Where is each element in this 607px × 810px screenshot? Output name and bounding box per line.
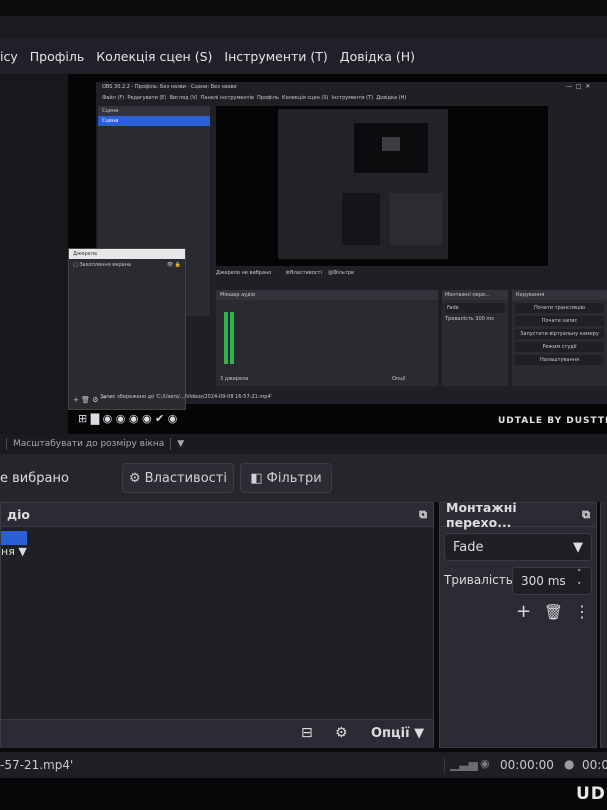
menu-item-ісу[interactable]: ісу	[0, 49, 18, 64]
chevron-down-icon[interactable]: ▼	[177, 439, 184, 449]
preview-canvas[interactable]: OBS 30.2.2 - Профіль: Без назви - Сцени:…	[68, 74, 607, 434]
nested-transitions-title: Монтажні пере...	[442, 290, 508, 300]
more-options-icon[interactable]: ⋮	[574, 602, 590, 621]
nested-mixer-options[interactable]: Опції	[392, 376, 405, 382]
undock-icon[interactable]: ⧉	[582, 508, 590, 522]
mixer-channel-selected[interactable]	[1, 531, 27, 545]
stream-time: 00:00:00	[500, 758, 554, 772]
undock-icon[interactable]: ⧉	[419, 508, 427, 522]
nested-preview	[216, 106, 548, 266]
bottom-strip: UD	[0, 778, 607, 810]
nested-sources-panel: Джерела ▢ Захоплення екрана 👁 🔒 + 🗑 ⚙ ^ …	[68, 248, 186, 410]
nested-obs-window: OBS 30.2.2 - Профіль: Без назви - Сцени:…	[68, 82, 607, 410]
nested-mixer-panel: Мікшер аудіо 3 джерела Опції	[216, 290, 438, 386]
properties-button[interactable]: ⚙ Властивості	[122, 463, 234, 493]
window-titlebar	[0, 16, 607, 38]
mixer-toolbar: ⊟ ⚙ Опції ▼	[1, 719, 433, 748]
nested-mixer-count: 3 джерела	[220, 376, 249, 382]
chevron-down-icon: ▼	[18, 545, 27, 558]
layout-icon[interactable]: ⊟	[301, 725, 313, 741]
next-dock-edge	[600, 502, 607, 748]
duration-spinbox[interactable]: 300 ms ˄ ˅	[512, 567, 592, 595]
nested-window-controls: — □ ✕	[566, 83, 591, 90]
mixer-content	[27, 527, 433, 719]
menu-item-profile[interactable]: Профіль	[30, 49, 85, 64]
bottom-watermark: UD	[576, 784, 606, 804]
nested-transitions-panel: Монтажні пере... Fade Тривалість 300 ms	[442, 290, 508, 386]
menu-item-help[interactable]: Довідка (H)	[340, 49, 415, 64]
watermark-text: UDTALE BY DUSTTR	[498, 416, 607, 426]
add-transition-icon[interactable]: +	[516, 601, 531, 622]
nested-virtual-cam[interactable]: Запустити віртуальну камеру	[515, 329, 604, 339]
nested-title: OBS 30.2.2 - Профіль: Без назви - Сцени:…	[102, 84, 237, 90]
transition-select[interactable]: Fade ▼	[444, 533, 592, 561]
scale-bar: Масштабувати до розміру вікна ▼	[0, 434, 607, 454]
record-icon: ●	[564, 757, 575, 771]
spin-arrows-icon[interactable]: ˄ ˅	[577, 568, 582, 594]
taskbar-icons[interactable]: ⊞ ▇ ◉ ◉ ◉ ◉ ✔ ◉	[78, 412, 218, 426]
menu-item-scene-collection[interactable]: Колекція сцен (S)	[96, 49, 212, 64]
nested-preview-deepest	[354, 123, 428, 173]
nested-sources-title: Джерела	[69, 249, 185, 259]
chevron-down-icon: ▼	[573, 540, 583, 555]
nested-context-bar: Джерело не вибрано ⚙Властивості ▥Фільтри	[216, 270, 355, 276]
filter-icon: ◧	[250, 470, 263, 486]
nested-fade[interactable]: Fade	[445, 303, 505, 313]
status-file: -57-21.mp4'	[0, 758, 74, 772]
duration-label: Тривалість	[444, 573, 513, 587]
left-panel-edge	[0, 74, 68, 434]
nested-studio-mode[interactable]: Режим студії	[515, 342, 604, 352]
audio-mixer-dock: діо ⧉ ня ▼ ⊟ ⚙ Опції ▼	[0, 502, 434, 748]
nested-settings[interactable]: Налаштування	[515, 355, 604, 365]
gear-icon: ⚙	[129, 470, 141, 486]
nested-scenes-title: Сцени	[98, 106, 210, 116]
stream-icon: ◉	[480, 757, 490, 770]
nested-preview-deep	[278, 109, 448, 259]
nested-status-path: Запис збережено до 'C:/Users/.../Videos/…	[100, 394, 273, 400]
transitions-dock-title: Монтажні перехо...	[446, 499, 517, 530]
nested-scene-item[interactable]: Сцена	[98, 116, 210, 126]
top-edge	[0, 0, 607, 16]
transitions-dock: Монтажні перехо... ⧉ Fade ▼ Тривалість 3…	[439, 499, 597, 748]
nested-mixer-title: Мікшер аудіо	[216, 290, 438, 300]
mixer-options-button[interactable]: Опції ▼	[371, 726, 424, 741]
status-bar: -57-21.mp4' ▁▃▅ ◉ 00:00:00 ● 00:0	[0, 752, 607, 778]
delete-icon[interactable]: 🗑	[544, 603, 563, 621]
scale-label[interactable]: Масштабувати до розміру вікна	[13, 439, 164, 449]
advanced-audio-icon[interactable]: ⚙	[335, 725, 348, 741]
menu-bar: ісу Профіль Колекція сцен (S) Інструмент…	[0, 38, 607, 74]
menu-item-tools[interactable]: Інструменти (T)	[224, 49, 327, 64]
filters-button[interactable]: ◧ Фільтри	[240, 463, 332, 493]
nested-controls-title: Керування	[512, 290, 607, 300]
nested-start-record[interactable]: Почати запис	[515, 316, 604, 326]
mixer-device-dropdown[interactable]: ня ▼	[1, 545, 27, 558]
record-time: 00:0	[582, 758, 607, 772]
signal-icon: ▁▃▅	[450, 757, 478, 771]
nested-menu: Файл (F) Редагувати (E) Вигляд (V) Панел…	[102, 95, 407, 101]
mixer-dock-title: діо	[7, 507, 30, 522]
mixer-dock-header: діо ⧉	[1, 503, 433, 527]
transitions-dock-header: Монтажні перехо... ⧉	[440, 499, 596, 530]
nested-start-stream[interactable]: Почати трансляцію	[515, 303, 604, 313]
nested-controls-panel: Керування Почати трансляцію Почати запис…	[512, 290, 607, 386]
no-source-label: е вибрано	[0, 470, 69, 486]
nested-source-item[interactable]: ▢ Захоплення екрана 👁 🔒	[69, 259, 185, 271]
